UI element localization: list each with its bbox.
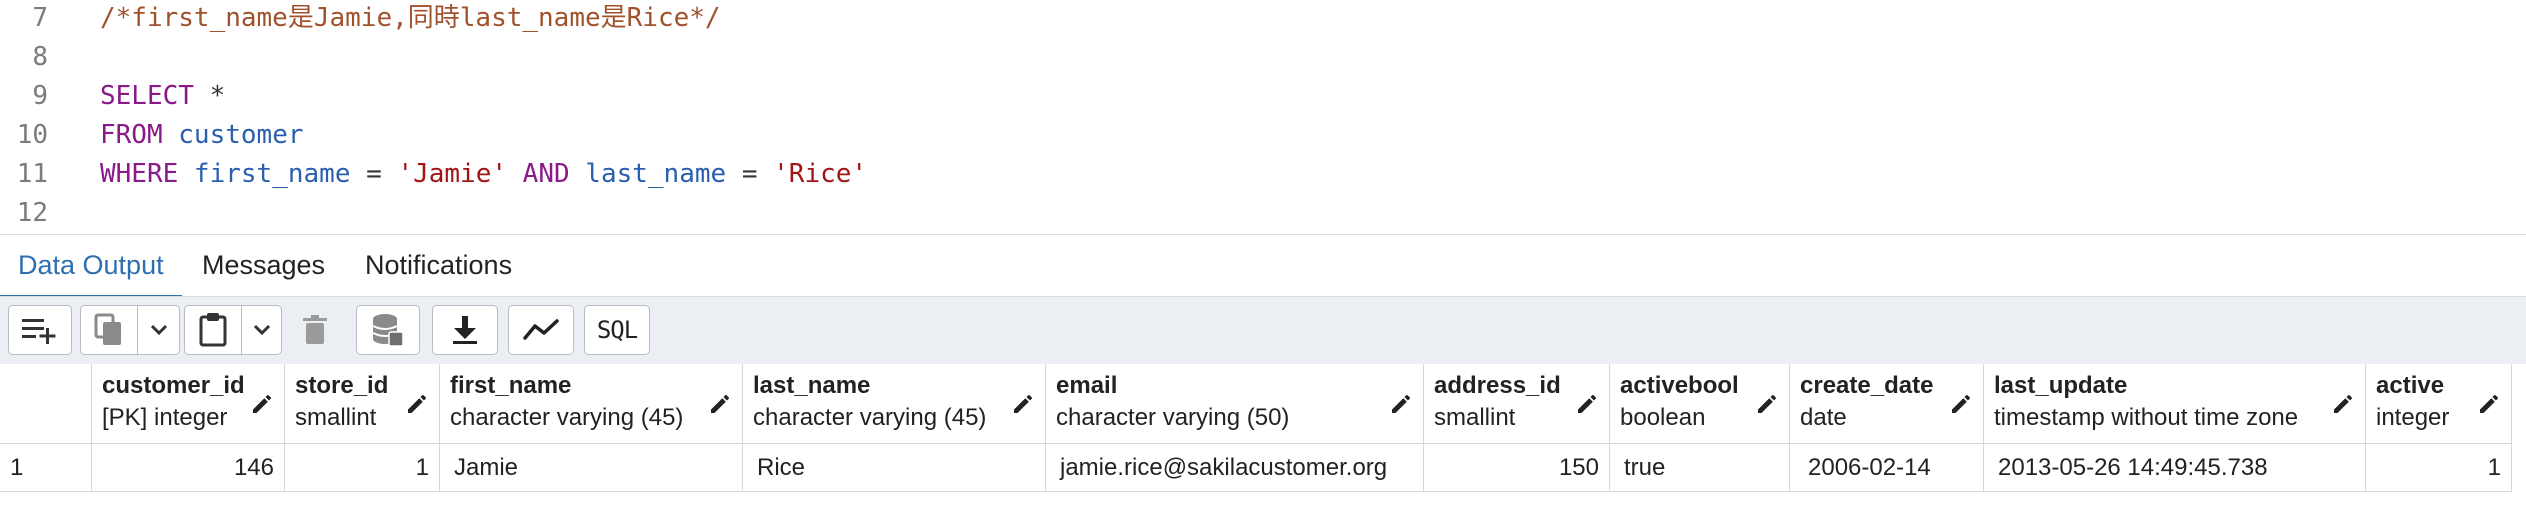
column-name: customer_id: [102, 372, 245, 399]
database-save-icon: [372, 314, 404, 347]
editor-line: 8: [0, 37, 2526, 77]
column-header-first-name[interactable]: first_name character varying (45): [440, 364, 743, 444]
line-number: 10: [16, 120, 48, 150]
clipboard-icon: [199, 313, 227, 347]
column-header-customer-id[interactable]: customer_id [PK] integer: [92, 364, 285, 444]
column-name: activebool: [1620, 372, 1739, 399]
add-row-icon: [22, 319, 56, 344]
editor-line: 12: [0, 193, 2526, 233]
chevron-down-icon: [253, 324, 271, 336]
column-type: character varying (50): [1056, 404, 1290, 431]
table-cell[interactable]: Rice: [743, 444, 1046, 492]
column-type: [PK] integer: [102, 404, 228, 431]
column-name: create_date: [1800, 372, 1934, 399]
table-cell[interactable]: 150: [1424, 444, 1610, 492]
copy-button[interactable]: [81, 306, 137, 354]
code-text: SELECT *: [100, 81, 226, 111]
column-name: email: [1056, 372, 1118, 399]
tab-notifications[interactable]: Notifications: [365, 235, 512, 295]
code-text: FROM customer: [100, 120, 304, 150]
edit-pencil-icon[interactable]: [1011, 392, 1035, 416]
edit-pencil-icon[interactable]: [2477, 392, 2501, 416]
column-name: active: [2376, 372, 2445, 399]
column-header-active[interactable]: active integer: [2366, 364, 2512, 444]
copy-button-group: [80, 305, 180, 355]
download-icon: [453, 316, 477, 344]
table-cell[interactable]: 1: [285, 444, 440, 492]
code-text: WHERE first_name = 'Jamie' AND last_name…: [100, 159, 868, 189]
table-cell[interactable]: 2006-02-14: [1790, 444, 1984, 492]
edit-pencil-icon[interactable]: [708, 392, 732, 416]
paste-button[interactable]: [185, 306, 241, 354]
editor-line: 11 WHERE first_name = 'Jamie' AND last_n…: [0, 154, 2526, 194]
column-name: store_id: [295, 372, 389, 399]
column-type: boolean: [1620, 404, 1706, 431]
chevron-down-icon: [150, 324, 168, 336]
column-type: smallint: [295, 404, 377, 431]
column-type: integer: [2376, 404, 2450, 431]
graph-visualiser-button[interactable]: [508, 305, 574, 355]
tab-data-output[interactable]: Data Output: [0, 235, 182, 298]
column-name: first_name: [450, 372, 572, 399]
column-name: address_id: [1434, 372, 1561, 399]
line-chart-icon: [523, 319, 559, 340]
save-data-button[interactable]: [356, 305, 420, 355]
column-name: last_update: [1994, 372, 2128, 399]
paste-options-dropdown[interactable]: [242, 306, 282, 354]
column-header-last-name[interactable]: last_name character varying (45): [743, 364, 1046, 444]
table-cell[interactable]: 146: [92, 444, 285, 492]
copy-icon: [94, 313, 121, 345]
edit-pencil-icon[interactable]: [1755, 392, 1779, 416]
add-row-button[interactable]: [8, 305, 72, 355]
line-number: 11: [16, 159, 48, 189]
column-type: character varying (45): [753, 404, 987, 431]
column-type: smallint: [1434, 404, 1516, 431]
sql-editor[interactable]: 7 /*first_name是Jamie,同時last_name是Rice*/ …: [0, 0, 2526, 234]
table-cell[interactable]: jamie.rice@sakilacustomer.org: [1046, 444, 1424, 492]
trash-icon: [303, 315, 327, 344]
table-cell[interactable]: true: [1610, 444, 1790, 492]
code-text: /*first_name是Jamie,同時last_name是Rice*/: [100, 3, 721, 33]
edit-pencil-icon[interactable]: [250, 392, 274, 416]
column-header-store-id[interactable]: store_id smallint: [285, 364, 440, 444]
editor-line: 10 FROM customer: [0, 115, 2526, 155]
editor-line: 9 SELECT *: [0, 76, 2526, 116]
row-number[interactable]: 1: [0, 444, 92, 492]
editor-line: 7 /*first_name是Jamie,同時last_name是Rice*/: [0, 0, 2526, 38]
column-type: timestamp without time zone: [1994, 404, 2299, 431]
column-header-email[interactable]: email character varying (50): [1046, 364, 1424, 444]
line-number: 8: [32, 42, 48, 72]
column-header-activebool[interactable]: activebool boolean: [1610, 364, 1790, 444]
column-type: date: [1800, 404, 1847, 431]
data-grid: customer_id [PK] integer store_id smalli…: [0, 364, 2526, 510]
edit-pencil-icon[interactable]: [1389, 392, 1413, 416]
tab-messages[interactable]: Messages: [202, 235, 325, 295]
column-type: character varying (45): [450, 404, 684, 431]
table-cell[interactable]: 1: [2366, 444, 2512, 492]
column-header-address-id[interactable]: address_id smallint: [1424, 364, 1610, 444]
copy-options-dropdown[interactable]: [138, 306, 180, 354]
paste-button-group: [184, 305, 282, 355]
line-number: 12: [16, 198, 48, 228]
line-number: 7: [32, 3, 48, 33]
edit-pencil-icon[interactable]: [2331, 392, 2355, 416]
result-tabs: Data Output Messages Notifications: [0, 234, 2526, 298]
sql-button[interactable]: SQL: [584, 305, 650, 355]
delete-row-button[interactable]: [290, 305, 340, 355]
column-header-last-update[interactable]: last_update timestamp without time zone: [1984, 364, 2366, 444]
edit-pencil-icon[interactable]: [1949, 392, 1973, 416]
line-number: 9: [32, 81, 48, 111]
column-name: last_name: [753, 372, 871, 399]
edit-pencil-icon[interactable]: [1575, 392, 1599, 416]
header-corner[interactable]: [0, 364, 92, 444]
table-cell[interactable]: 2013-05-26 14:49:45.738: [1984, 444, 2366, 492]
table-cell[interactable]: Jamie: [440, 444, 743, 492]
data-output-toolbar: SQL: [0, 296, 2526, 366]
download-button[interactable]: [432, 305, 498, 355]
column-header-create-date[interactable]: create_date date: [1790, 364, 1984, 444]
edit-pencil-icon[interactable]: [405, 392, 429, 416]
